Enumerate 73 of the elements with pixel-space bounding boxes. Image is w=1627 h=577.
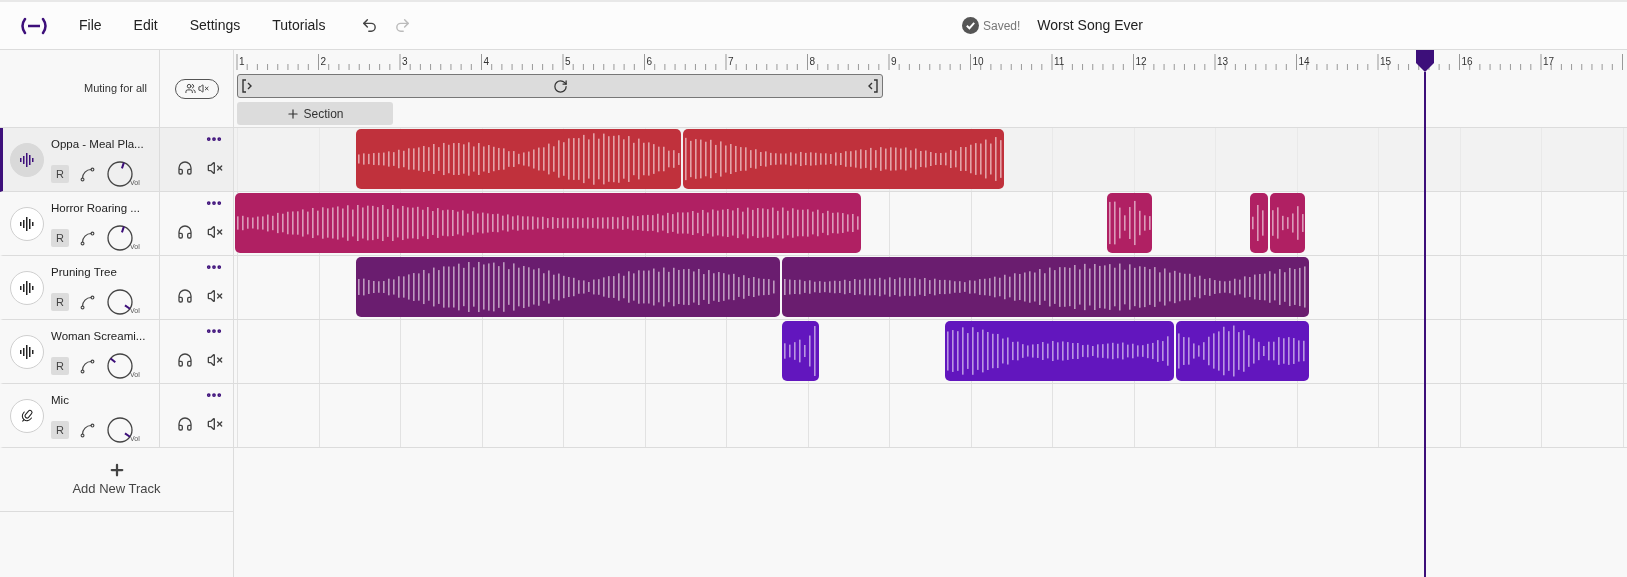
headphones-icon[interactable]	[177, 288, 193, 304]
undo-icon	[361, 17, 379, 34]
track-name: Mic	[51, 393, 70, 408]
automation-icon[interactable]	[79, 165, 96, 183]
mute-icon	[197, 83, 209, 94]
track-name: Horror Roaring ...	[51, 201, 140, 216]
bar-number: 7	[728, 55, 734, 69]
automation-icon[interactable]	[79, 229, 96, 247]
people-icon	[184, 83, 196, 94]
audio-clip[interactable]	[1250, 193, 1268, 253]
audio-clip[interactable]	[945, 321, 1175, 381]
mute-icon[interactable]	[207, 416, 223, 432]
song-title: Worst Song Ever	[1037, 16, 1143, 35]
muting-label: Muting for all	[84, 81, 147, 97]
bar-number: 16	[1461, 55, 1473, 69]
app-logo	[19, 16, 49, 35]
audio-clip[interactable]	[1175, 321, 1309, 381]
audio-clip[interactable]	[782, 321, 819, 381]
redo-icon	[394, 17, 412, 34]
audio-clip[interactable]	[1106, 193, 1153, 253]
bar-number: 11	[1054, 55, 1065, 69]
bar-number: 14	[1298, 55, 1310, 69]
plus-icon	[286, 106, 301, 121]
bar-number: 4	[483, 55, 490, 69]
menu-item[interactable]: Edit	[117, 15, 174, 36]
audio-clip[interactable]	[235, 193, 862, 253]
track-name: Woman Screami...	[51, 329, 146, 344]
record-button[interactable]: R	[51, 293, 69, 312]
record-button[interactable]: R	[51, 165, 69, 184]
track-name: Oppa - Meal Pla...	[51, 137, 144, 152]
add-track-button[interactable]: Add New Track	[0, 448, 233, 512]
loop-end-icon[interactable]	[866, 79, 878, 93]
mute-icon[interactable]	[207, 352, 223, 368]
headphones-icon[interactable]	[177, 224, 193, 240]
add-section-button[interactable]: Section	[237, 102, 393, 125]
bar-number: 13	[1217, 55, 1229, 69]
menu-item[interactable]: File	[63, 15, 118, 36]
audio-clip[interactable]	[682, 129, 1004, 189]
track-name: Pruning Tree	[51, 265, 118, 280]
mute-icon[interactable]	[207, 224, 223, 240]
audio-clip[interactable]	[782, 257, 1309, 317]
mute-icon[interactable]	[207, 288, 223, 304]
bar-number: 8	[809, 55, 816, 69]
record-button[interactable]: R	[51, 421, 69, 440]
bar-number: 3	[402, 55, 408, 69]
headphones-icon[interactable]	[177, 416, 193, 432]
bar-number: 9	[891, 55, 897, 69]
menu-item[interactable]: Tutorials	[256, 15, 342, 36]
headphones-icon[interactable]	[177, 160, 193, 176]
loop-start-icon[interactable]	[242, 79, 254, 93]
record-button[interactable]: R	[51, 357, 69, 376]
menu-item[interactable]: Settings	[173, 15, 257, 36]
mute-icon[interactable]	[207, 160, 223, 176]
check-icon	[962, 17, 979, 34]
audio-clip[interactable]	[356, 129, 682, 189]
automation-icon[interactable]	[79, 357, 96, 375]
audio-clip[interactable]	[1269, 193, 1305, 253]
bar-number: 10	[972, 55, 984, 69]
audio-clip[interactable]	[356, 257, 780, 317]
loop-icon[interactable]	[552, 78, 568, 94]
automation-icon[interactable]	[79, 421, 96, 439]
save-status: Saved!	[983, 17, 1021, 35]
bar-number: 5	[565, 55, 571, 69]
record-button[interactable]: R	[51, 229, 69, 248]
automation-icon[interactable]	[79, 293, 96, 311]
bar-number: 12	[1135, 55, 1147, 69]
bar-number: 15	[1380, 55, 1392, 69]
playhead-handle[interactable]	[1415, 50, 1435, 72]
bar-number: 2	[320, 55, 327, 69]
bar-number: 17	[1543, 55, 1555, 69]
bar-number: 6	[646, 55, 653, 69]
headphones-icon[interactable]	[177, 352, 193, 368]
bar-number: 1	[239, 55, 245, 69]
